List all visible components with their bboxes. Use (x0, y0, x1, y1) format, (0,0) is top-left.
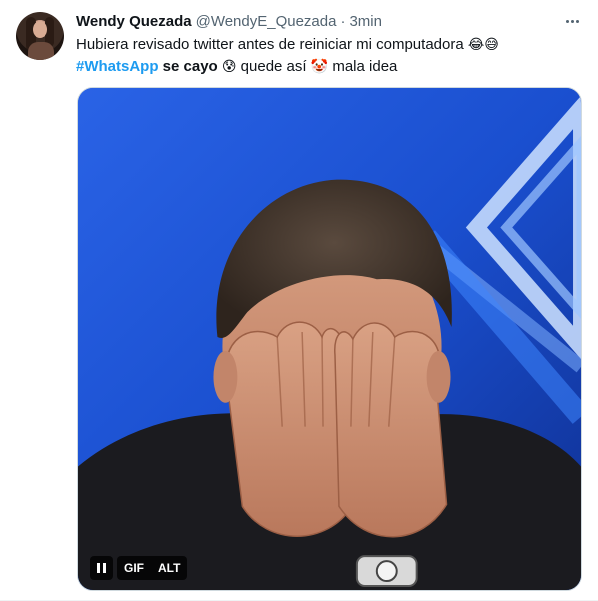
tweet-text-line-2: #WhatsApp se cayo 😰 quede así 🤡 mala ide… (76, 56, 582, 78)
avatar[interactable] (16, 12, 64, 60)
clown-emoji-icon: 🤡 (310, 59, 329, 75)
pause-icon[interactable] (90, 556, 113, 580)
tweet-text-main: Hubiera revisado twitter antes de reinic… (76, 36, 464, 53)
more-options-icon[interactable] (562, 12, 582, 30)
gif-frame-image (78, 88, 581, 590)
author-handle[interactable]: @WendyE_Quezada (196, 13, 337, 30)
tweet-text-line-1: Hubiera revisado twitter antes de reinic… (76, 34, 582, 56)
hashtag-link[interactable]: #WhatsApp (76, 58, 159, 75)
tweet[interactable]: Wendy Quezada @WendyE_Quezada · 3min Hub… (0, 0, 598, 601)
tweet-text-mid: quede así (240, 58, 307, 75)
tweet-header: Wendy Quezada @WendyE_Quezada · 3min (76, 10, 582, 32)
timestamp[interactable]: 3min (349, 13, 382, 30)
anxious-emoji-icon: 😰 (221, 59, 237, 75)
joy-emoji-icon: 😂 (467, 37, 485, 53)
gif-media[interactable]: GIF ALT (77, 87, 582, 591)
gif-alt-group: GIF ALT (117, 556, 188, 580)
separator-dot: · (340, 12, 346, 30)
gif-badge: GIF (124, 561, 144, 575)
author-name[interactable]: Wendy Quezada (76, 13, 192, 30)
gif-controls: GIF ALT (90, 556, 188, 580)
tweet-text-end: mala idea (332, 58, 398, 75)
bold-text: se cayo (162, 58, 218, 75)
alt-button[interactable]: ALT (151, 556, 187, 580)
sweat-smile-emoji-icon: 😅 (484, 37, 499, 53)
tweet-text: Hubiera revisado twitter antes de reinic… (76, 34, 582, 78)
